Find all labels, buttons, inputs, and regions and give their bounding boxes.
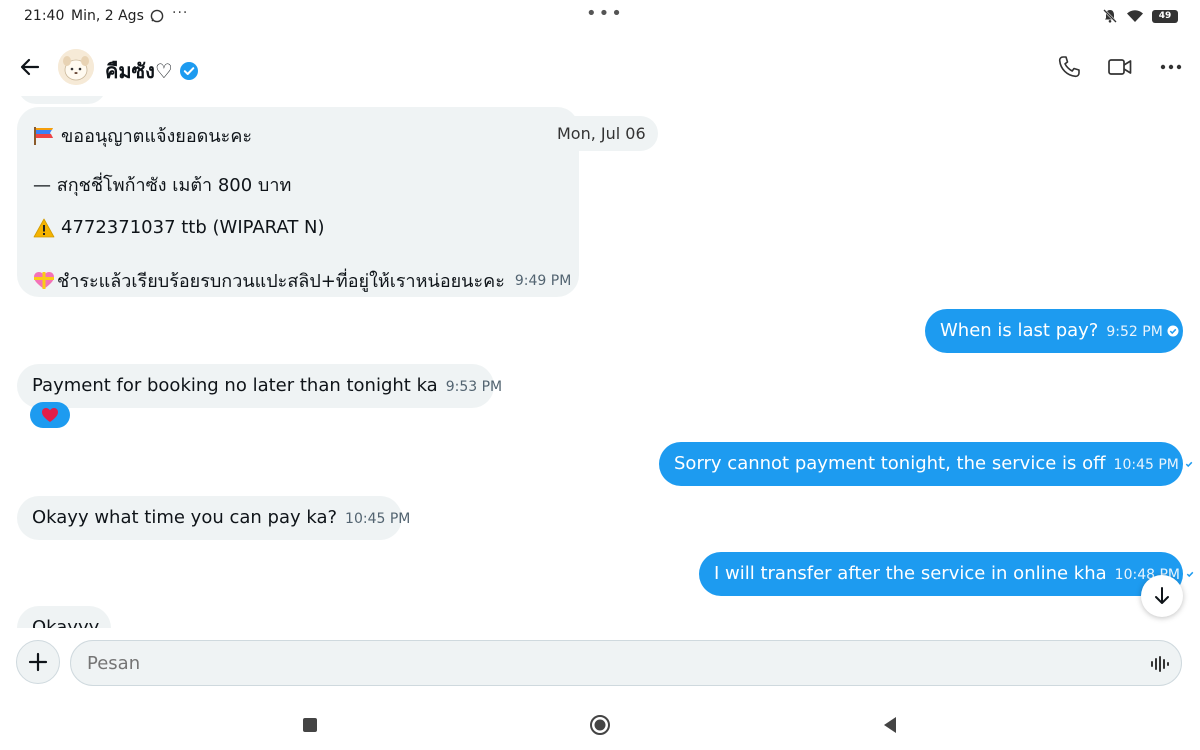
warning-emoji-icon	[33, 218, 55, 237]
message-bubble-incoming[interactable]: Okayy what time you can pay ka? 10:45 PM	[17, 496, 410, 540]
message-list[interactable]: ขออนุญาตแจ้งยอดนะคะ — สกุชชี่โพก้าซัง เม…	[0, 96, 1200, 628]
whatsapp-notification-icon	[150, 9, 164, 23]
system-nav-bar	[0, 700, 1200, 750]
scroll-to-bottom-button[interactable]	[1141, 575, 1183, 617]
status-bar: 21:40 Min, 2 Ags ··· ••• 49	[0, 0, 1200, 34]
message-timestamp: 9:53 PM	[445, 379, 503, 395]
message-line: 4772371037 ttb (WIPARAT N)	[33, 217, 325, 238]
home-icon	[590, 715, 610, 735]
previous-message-bubble	[18, 96, 106, 104]
avatar-image	[58, 49, 94, 85]
date-separator: Mon, Jul 06	[545, 116, 658, 151]
video-icon[interactable]	[1107, 54, 1133, 80]
message-text: When is last pay?	[940, 320, 1099, 341]
message-line: ขออนุญาตแจ้งยอดนะคะ	[33, 121, 252, 150]
back-button[interactable]	[878, 713, 902, 737]
read-check-icon	[1167, 325, 1179, 337]
plus-icon	[28, 652, 48, 672]
message-composer	[0, 636, 1200, 692]
phone-icon[interactable]	[1056, 54, 1082, 80]
status-time: 21:40	[24, 8, 65, 24]
message-bubble-incoming[interactable]: Payment for booking no later than tonigh…	[17, 364, 502, 408]
message-text: ชำระแล้วเรียบร้อยรบกวนแปะสลิป+ที่อยู่ให้…	[57, 271, 505, 292]
message-bubble-outgoing[interactable]: I will transfer after the service in onl…	[699, 552, 1196, 596]
message-text: Payment for booking no later than tonigh…	[32, 375, 438, 396]
message-bubble-incoming[interactable]: ขออนุญาตแจ้งยอดนะคะ — สกุชชี่โพก้าซัง เม…	[17, 107, 579, 297]
message-timestamp: 9:52 PM	[1106, 324, 1163, 340]
home-button[interactable]	[588, 713, 612, 737]
voice-wave-icon[interactable]	[1150, 654, 1170, 674]
message-bubble-outgoing[interactable]: Sorry cannot payment tonight, the servic…	[659, 442, 1195, 486]
message-line: ชำระแล้วเรียบร้อยรบกวนแปะสลิป+ที่อยู่ให้…	[33, 266, 571, 295]
message-text: 4772371037 ttb (WIPARAT N)	[61, 217, 325, 238]
message-input[interactable]	[70, 640, 1182, 686]
heart-icon	[42, 408, 58, 422]
contact-name: คืมซัง♡	[105, 59, 173, 83]
recents-button[interactable]	[298, 713, 322, 737]
message-bubble-incoming[interactable]: Okayyy	[17, 606, 111, 628]
message-text: I will transfer after the service in onl…	[714, 563, 1107, 584]
heart-gift-emoji-icon	[34, 271, 54, 289]
message-timestamp: 9:49 PM	[514, 272, 572, 289]
message-line: — สกุชชี่โพก้าซัง เมต้า 800 บาท	[33, 170, 291, 199]
battery-indicator: 49	[1152, 9, 1178, 23]
status-more-dots: ···	[172, 5, 189, 21]
message-timestamp: 10:45 PM	[345, 511, 411, 527]
message-text: Sorry cannot payment tonight, the servic…	[674, 453, 1106, 474]
read-check-icon	[1183, 458, 1195, 470]
avatar[interactable]	[58, 49, 94, 85]
status-date: Min, 2 Ags	[71, 8, 144, 24]
more-icon[interactable]	[1158, 54, 1184, 80]
read-check-icon	[1184, 568, 1196, 580]
add-attachment-button[interactable]	[16, 640, 60, 684]
message-text: ขออนุญาตแจ้งยอดนะคะ	[61, 126, 253, 147]
recents-icon	[303, 718, 317, 732]
wifi-icon	[1127, 10, 1143, 22]
message-bubble-outgoing[interactable]: When is last pay? 9:52 PM	[925, 309, 1183, 353]
status-icons: 49	[1102, 8, 1178, 24]
bell-off-icon	[1103, 9, 1117, 23]
contact-name-row[interactable]: คืมซัง♡	[105, 55, 199, 87]
verified-badge-icon	[179, 62, 198, 80]
message-text: — สกุชชี่โพก้าซัง เมต้า 800 บาท	[33, 175, 292, 196]
message-text: Okayy what time you can pay ka?	[32, 507, 338, 528]
back-arrow-icon[interactable]	[18, 55, 42, 79]
flag-emoji-icon	[34, 126, 53, 145]
message-timestamp: 10:45 PM	[1113, 457, 1179, 473]
conversation-header: คืมซัง♡	[0, 40, 1200, 96]
message-text: Okayyy	[32, 617, 100, 628]
heart-reaction[interactable]	[30, 402, 70, 428]
window-handle-dots[interactable]: •••	[586, 3, 624, 24]
arrow-down-icon	[1155, 587, 1169, 604]
back-triangle-icon	[884, 717, 896, 733]
